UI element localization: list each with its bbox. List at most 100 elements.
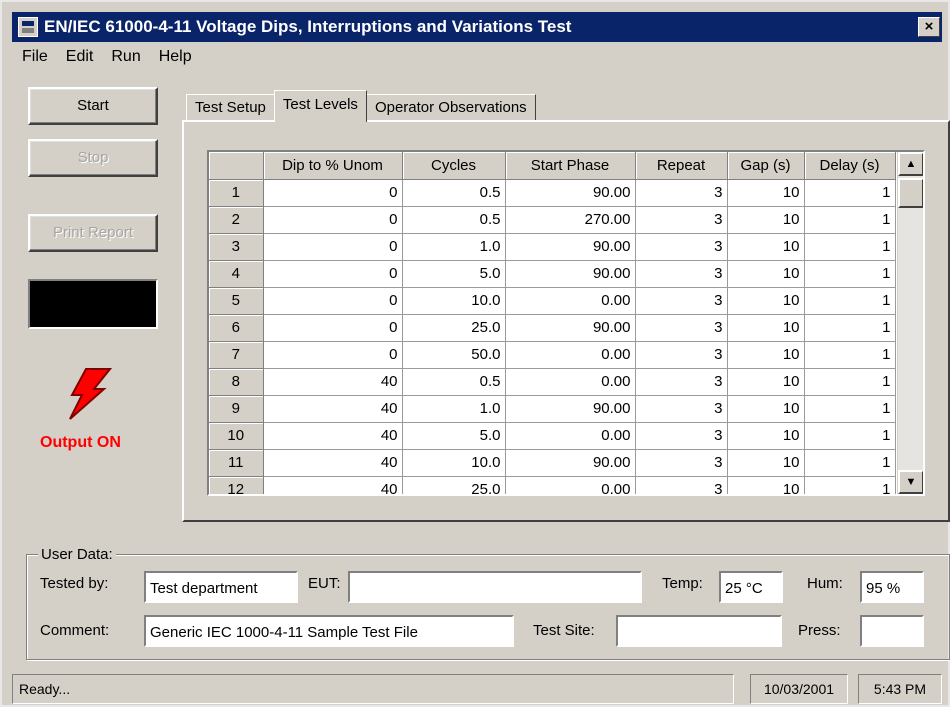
grid-cell[interactable]: 1 (804, 233, 896, 261)
grid-cell[interactable]: 3 (635, 206, 728, 234)
menu-edit[interactable]: Edit (64, 48, 96, 72)
column-header-delay[interactable]: Delay (s) (804, 152, 896, 180)
tab-operator-observations[interactable]: Operator Observations (365, 94, 536, 122)
grid-cell[interactable]: 0.5 (402, 368, 506, 396)
grid-cell[interactable]: 1.0 (402, 395, 506, 423)
table-row[interactable]: 5 0 10.0 0.00 3 10 1 (209, 287, 896, 315)
grid-cell[interactable]: 3 (635, 449, 728, 477)
grid-cell[interactable]: 90.00 (505, 395, 636, 423)
table-row[interactable]: 4 0 5.0 90.00 3 10 1 (209, 260, 896, 288)
grid-cell[interactable]: 10 (727, 314, 805, 342)
row-header[interactable]: 2 (209, 206, 264, 234)
tab-test-levels[interactable]: Test Levels (273, 90, 367, 122)
row-header[interactable]: 9 (209, 395, 264, 423)
grid-cell[interactable]: 3 (635, 422, 728, 450)
grid-cell[interactable]: 270.00 (505, 206, 636, 234)
grid-cell[interactable]: 10 (727, 449, 805, 477)
grid-cell[interactable]: 0 (263, 341, 403, 369)
test-site-field[interactable] (616, 615, 782, 647)
column-header-dip[interactable]: Dip to % Unom (263, 152, 403, 180)
grid-cell[interactable]: 10.0 (402, 449, 506, 477)
menu-help[interactable]: Help (157, 48, 194, 72)
row-header[interactable]: 12 (209, 476, 264, 494)
grid-cell[interactable]: 50.0 (402, 341, 506, 369)
grid-cell[interactable]: 3 (635, 314, 728, 342)
grid-cell[interactable]: 5.0 (402, 260, 506, 288)
table-row[interactable]: 1 0 0.5 90.00 3 10 1 (209, 179, 896, 207)
grid-cell[interactable]: 10 (727, 422, 805, 450)
grid-cell[interactable]: 3 (635, 179, 728, 207)
menu-file[interactable]: File (20, 48, 50, 72)
grid-cell[interactable]: 40 (263, 395, 403, 423)
grid-cell[interactable]: 40 (263, 368, 403, 396)
row-header[interactable]: 7 (209, 341, 264, 369)
grid-cell[interactable]: 3 (635, 341, 728, 369)
tested-by-field[interactable]: Test department (144, 571, 298, 603)
column-header-repeat[interactable]: Repeat (635, 152, 728, 180)
grid-cell[interactable]: 10 (727, 368, 805, 396)
grid-cell[interactable]: 3 (635, 476, 728, 494)
grid-cell[interactable]: 40 (263, 476, 403, 494)
table-row[interactable]: 12 40 25.0 0.00 3 10 1 (209, 476, 896, 494)
table-row[interactable]: 11 40 10.0 90.00 3 10 1 (209, 449, 896, 477)
row-header[interactable]: 6 (209, 314, 264, 342)
row-header[interactable]: 8 (209, 368, 264, 396)
grid-cell[interactable]: 1 (804, 395, 896, 423)
row-header[interactable]: 10 (209, 422, 264, 450)
grid-cell[interactable]: 0.00 (505, 476, 636, 494)
scroll-up-arrow-icon[interactable]: ▲ (898, 152, 923, 176)
table-row[interactable]: 2 0 0.5 270.00 3 10 1 (209, 206, 896, 234)
grid-cell[interactable]: 1 (804, 449, 896, 477)
grid-cell[interactable]: 5.0 (402, 422, 506, 450)
grid-cell[interactable]: 10 (727, 341, 805, 369)
grid-cell[interactable]: 1 (804, 179, 896, 207)
column-header-cycles[interactable]: Cycles (402, 152, 506, 180)
grid-cell[interactable]: 0.5 (402, 179, 506, 207)
grid-cell[interactable]: 0.5 (402, 206, 506, 234)
grid-cell[interactable]: 10 (727, 179, 805, 207)
grid-cell[interactable]: 1 (804, 314, 896, 342)
grid-cell[interactable]: 1.0 (402, 233, 506, 261)
press-field[interactable] (860, 615, 924, 647)
eut-field[interactable] (348, 571, 642, 603)
row-header[interactable]: 11 (209, 449, 264, 477)
table-row[interactable]: 8 40 0.5 0.00 3 10 1 (209, 368, 896, 396)
grid-cell[interactable]: 3 (635, 368, 728, 396)
column-header-gap[interactable]: Gap (s) (727, 152, 805, 180)
menu-run[interactable]: Run (109, 48, 142, 72)
grid-cell[interactable]: 0.00 (505, 341, 636, 369)
close-button[interactable]: × (918, 17, 940, 37)
print-report-button[interactable]: Print Report (28, 214, 158, 252)
grid-cell[interactable]: 1 (804, 287, 896, 315)
grid-cell[interactable]: 1 (804, 368, 896, 396)
grid-cell[interactable]: 40 (263, 449, 403, 477)
grid-cell[interactable]: 90.00 (505, 314, 636, 342)
grid-cell[interactable]: 3 (635, 260, 728, 288)
grid-cell[interactable]: 10 (727, 206, 805, 234)
row-header[interactable]: 5 (209, 287, 264, 315)
grid-cell[interactable]: 0.00 (505, 422, 636, 450)
grid-cell[interactable]: 0 (263, 287, 403, 315)
table-row[interactable]: 6 0 25.0 90.00 3 10 1 (209, 314, 896, 342)
grid-cell[interactable]: 0 (263, 179, 403, 207)
grid-cell[interactable]: 10 (727, 233, 805, 261)
grid-cell[interactable]: 1 (804, 476, 896, 494)
grid-cell[interactable]: 3 (635, 395, 728, 423)
hum-field[interactable]: 95 % (860, 571, 924, 603)
table-row[interactable]: 3 0 1.0 90.00 3 10 1 (209, 233, 896, 261)
table-row[interactable]: 10 40 5.0 0.00 3 10 1 (209, 422, 896, 450)
grid-cell[interactable]: 10 (727, 260, 805, 288)
grid-cell[interactable]: 0 (263, 314, 403, 342)
row-header[interactable]: 3 (209, 233, 264, 261)
grid-cell[interactable]: 90.00 (505, 179, 636, 207)
grid-cell[interactable]: 0.00 (505, 368, 636, 396)
grid-cell[interactable]: 1 (804, 422, 896, 450)
comment-field[interactable]: Generic IEC 1000-4-11 Sample Test File (144, 615, 514, 647)
grid-cell[interactable]: 3 (635, 233, 728, 261)
row-header[interactable]: 4 (209, 260, 264, 288)
row-header[interactable]: 1 (209, 179, 264, 207)
grid-vertical-scrollbar[interactable]: ▲ ▼ (897, 152, 923, 494)
scroll-thumb[interactable] (898, 178, 923, 208)
grid-cell[interactable]: 0 (263, 260, 403, 288)
grid-cell[interactable]: 0 (263, 206, 403, 234)
